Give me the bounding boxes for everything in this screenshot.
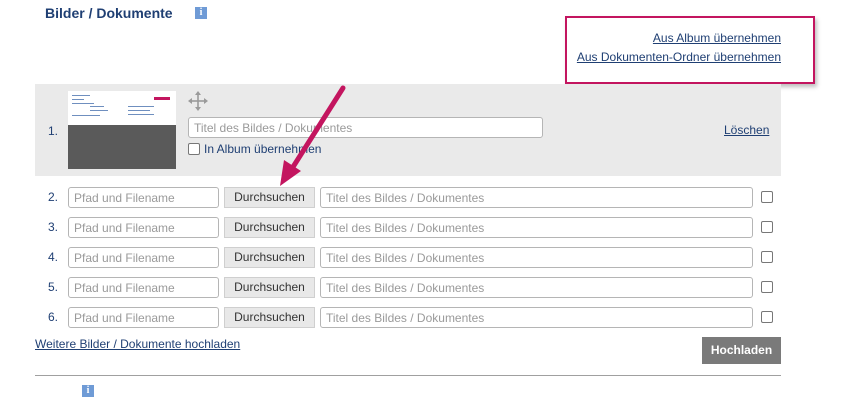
file-path-input[interactable]: [68, 277, 219, 298]
row-checkbox[interactable]: [761, 191, 773, 203]
in-album-label: In Album übernehmen: [204, 142, 322, 156]
row-number: 6.: [48, 310, 59, 324]
next-section-info-icon[interactable]: i: [82, 385, 94, 397]
upload-more-link[interactable]: Weitere Bilder / Dokumente hochladen: [35, 337, 240, 351]
row-checkbox[interactable]: [761, 281, 773, 293]
section-divider: [35, 375, 781, 376]
row-number: 4.: [48, 250, 59, 264]
document-thumbnail[interactable]: [68, 91, 176, 169]
file-path-input[interactable]: [68, 217, 219, 238]
in-album-checkbox[interactable]: [188, 143, 200, 155]
browse-button[interactable]: Durchsuchen: [224, 307, 315, 328]
row-number: 3.: [48, 220, 59, 234]
from-documents-folder-link[interactable]: Aus Dokumenten-Ordner übernehmen: [577, 50, 781, 64]
file-path-input[interactable]: [68, 307, 219, 328]
row-number: 2.: [48, 190, 59, 204]
title-input[interactable]: [320, 247, 753, 268]
browse-button[interactable]: Durchsuchen: [224, 217, 315, 238]
delete-link[interactable]: Löschen: [724, 123, 769, 137]
browse-button[interactable]: Durchsuchen: [224, 247, 315, 268]
row-checkbox[interactable]: [761, 311, 773, 323]
row-checkbox[interactable]: [761, 221, 773, 233]
row-number: 5.: [48, 280, 59, 294]
browse-button[interactable]: Durchsuchen: [224, 187, 315, 208]
title-input[interactable]: [320, 307, 753, 328]
upload-button[interactable]: Hochladen: [702, 337, 781, 364]
from-album-link[interactable]: Aus Album übernehmen: [653, 31, 781, 45]
file-path-input[interactable]: [68, 247, 219, 268]
section-title: Bilder / Dokumente: [45, 5, 173, 21]
title-input[interactable]: [320, 217, 753, 238]
row-checkbox[interactable]: [761, 251, 773, 263]
file-path-input[interactable]: [68, 187, 219, 208]
info-icon[interactable]: i: [195, 7, 207, 19]
browse-button[interactable]: Durchsuchen: [224, 277, 315, 298]
move-arrows-icon[interactable]: [188, 91, 208, 111]
title-input[interactable]: [320, 187, 753, 208]
row-number: 1.: [48, 124, 59, 138]
item-title-input[interactable]: [188, 117, 543, 138]
title-input[interactable]: [320, 277, 753, 298]
